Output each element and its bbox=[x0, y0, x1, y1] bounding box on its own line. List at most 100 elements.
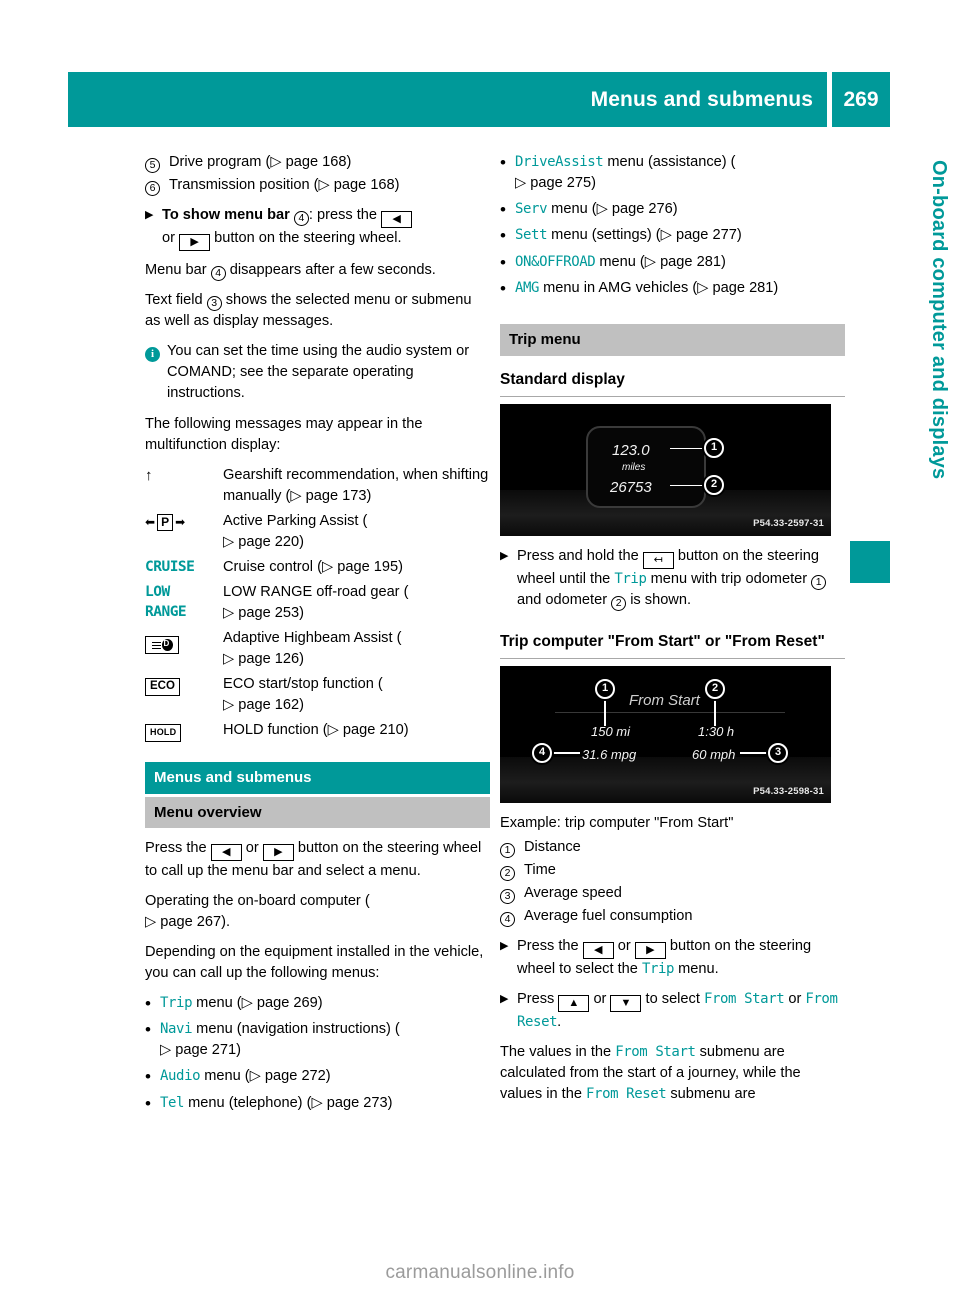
legend-marker: 4 bbox=[500, 906, 524, 928]
cross-ref-icon: ▷ bbox=[321, 559, 338, 575]
cross-ref-icon: ▷ bbox=[241, 995, 257, 1012]
symbol-row: ↑ Gearshift recommendation, when shiftin… bbox=[145, 465, 490, 507]
menu-name: Trip bbox=[160, 995, 193, 1012]
speed-value: 60 mph bbox=[692, 747, 736, 763]
symbol-description: LOW RANGE off-road gear (▷ page 253) bbox=[223, 584, 409, 621]
cross-ref-icon: ▷ bbox=[644, 253, 661, 270]
chapter-side-tab-label: On-board computer and displays bbox=[928, 160, 950, 480]
steering-wheel-left-button-icon: ◀ bbox=[210, 844, 242, 862]
legend-item: 6 Transmission position (▷ page 168) bbox=[145, 175, 490, 196]
cross-ref-icon: ▷ bbox=[290, 488, 306, 504]
menu-name: Audio bbox=[160, 1068, 201, 1085]
submenu-name-from-reset: From Reset bbox=[586, 1086, 667, 1103]
cross-ref-icon: ▷ bbox=[145, 914, 161, 931]
menu-list-item: • Serv menu (▷ page 276) bbox=[500, 200, 678, 219]
cross-ref-icon: ▷ bbox=[249, 1068, 265, 1085]
step-text: To show menu bar 4: press the ◀ or ▶ but… bbox=[162, 205, 490, 251]
steering-wheel-right-button-icon: ▶ bbox=[262, 844, 294, 862]
submenu-name-from-start: From Start bbox=[703, 991, 785, 1008]
step-text: Press the ◀ or ▶ button on the steering … bbox=[517, 938, 812, 978]
menu-list-item: • Tel menu (telephone) (▷ page 273) bbox=[145, 1093, 393, 1113]
trip-odometer-value: 123.0 bbox=[612, 441, 650, 459]
cruise-symbol: CRUISE bbox=[145, 559, 195, 575]
menu-name: Serv bbox=[515, 201, 548, 217]
steering-wheel-up-button-icon: ▲ bbox=[558, 995, 590, 1013]
bullet-icon: • bbox=[145, 1093, 151, 1113]
para-press-button: Press the ◀ or ▶ button on the steering … bbox=[145, 840, 482, 880]
cross-ref-icon: ▷ bbox=[515, 175, 531, 191]
leader-line bbox=[740, 752, 768, 754]
heading-rule bbox=[500, 658, 845, 660]
step-arrow-icon: ▶ bbox=[500, 940, 509, 953]
image-caption: Example: trip computer "From Start" bbox=[500, 815, 734, 832]
cross-ref-icon: ▷ bbox=[223, 605, 239, 621]
legend-item: 5 Drive program (▷ page 168) bbox=[145, 152, 490, 173]
step-press-updown: ▶ Press ▲ or ▼ to select From Start or F… bbox=[500, 989, 845, 1033]
menu-list-item: • AMG menu in AMG vehicles (▷ page 281) bbox=[500, 278, 779, 298]
symbol-row: ⬅ P ➡ Active Parking Assist (▷ page 220) bbox=[145, 511, 490, 553]
cross-ref-icon: ▷ bbox=[697, 279, 713, 296]
image-code-label: P54.33-2597-31 bbox=[753, 518, 824, 530]
para-depending-equipment: Depending on the equipment installed in … bbox=[145, 944, 484, 982]
para-following-messages: The following messages may appear in the… bbox=[145, 416, 423, 453]
symbol-row: ECO ECO start/stop function (▷ page 162) bbox=[145, 674, 490, 716]
menu-list-item: • Audio menu (▷ page 272) bbox=[145, 1067, 331, 1087]
eco-icon: ECO bbox=[145, 674, 223, 716]
legend-text: Average speed bbox=[524, 885, 622, 902]
callout-2: 2 bbox=[704, 474, 724, 495]
step-press-select-trip: ▶ Press the ◀ or ▶ button on the steerin… bbox=[500, 936, 845, 980]
odometer-unit-label: miles bbox=[622, 461, 646, 473]
legend-text: Transmission position (▷ page 168) bbox=[169, 177, 400, 193]
info-note-text: You can set the time using the audio sys… bbox=[167, 343, 470, 401]
cross-ref-icon: ▷ bbox=[596, 201, 612, 217]
cross-ref-icon: ▷ bbox=[311, 1094, 327, 1111]
step-press-and-hold: ▶ Press and hold the ↤ button on the ste… bbox=[500, 546, 845, 611]
legend-marker: 6 bbox=[145, 175, 169, 196]
cross-ref-icon: ▷ bbox=[160, 1042, 176, 1059]
symbol-row: Adaptive Highbeam Assist (▷ page 126) bbox=[145, 628, 490, 670]
menu-name: Navi bbox=[160, 1021, 193, 1038]
arrow-right-icon: ➡ bbox=[175, 515, 186, 529]
steering-wheel-right-button-icon: ▶ bbox=[634, 942, 666, 960]
step-arrow-icon: ▶ bbox=[500, 993, 509, 1006]
bullet-icon: • bbox=[500, 153, 506, 172]
instrument-cluster-image-standard-display: 123.0 miles 26753 1 2 P54.33-2597-31 bbox=[500, 403, 831, 536]
leader-line bbox=[714, 698, 716, 727]
info-icon: i bbox=[145, 341, 167, 404]
left-column: 5 Drive program (▷ page 168) 6 Transmiss… bbox=[145, 152, 490, 1119]
section-heading-menu-overview: Menu overview bbox=[145, 796, 490, 829]
leader-line bbox=[552, 752, 580, 754]
arrow-left-icon: ⬅ bbox=[145, 515, 156, 529]
menu-list-item: • ON&OFFROAD menu (▷ page 281) bbox=[500, 252, 726, 272]
odometer-value: 26753 bbox=[610, 478, 652, 496]
footer-brand: carmanualsonline.info bbox=[385, 1262, 575, 1283]
hold-icon: HOLD bbox=[145, 720, 223, 742]
bullet-icon: • bbox=[500, 278, 506, 298]
info-note: i You can set the time using the audio s… bbox=[145, 341, 490, 404]
menu-name: Sett bbox=[515, 227, 548, 244]
cross-ref-icon: ▷ bbox=[223, 534, 239, 550]
page-header-title: Menus and submenus bbox=[68, 72, 827, 127]
separator-line bbox=[555, 712, 785, 714]
distance-value: 150 mi bbox=[591, 724, 631, 740]
consumption-value: 31.6 mpg bbox=[582, 747, 637, 763]
leader-line bbox=[604, 698, 606, 727]
page-number: 269 bbox=[832, 72, 890, 127]
menu-name: Trip bbox=[614, 570, 647, 587]
bullet-icon: • bbox=[500, 200, 506, 219]
symbol-row: CRUISE Cruise control (▷ page 195) bbox=[145, 557, 490, 578]
menu-name: DriveAssist bbox=[515, 154, 604, 170]
submenu-name-from-start: From Start bbox=[615, 1044, 696, 1061]
step-text: Press ▲ or ▼ to select From Start or Fro… bbox=[517, 991, 838, 1031]
cross-ref-icon: ▷ bbox=[223, 651, 239, 667]
legend-text: Distance bbox=[524, 839, 581, 856]
cross-ref-icon: ▷ bbox=[270, 154, 286, 170]
bullet-icon: • bbox=[500, 252, 506, 272]
leader-line bbox=[670, 447, 704, 450]
cross-ref-icon: ▷ bbox=[327, 722, 343, 738]
legend-item: 2 Time bbox=[500, 860, 845, 882]
legend-text: Drive program (▷ page 168) bbox=[169, 154, 352, 170]
step-arrow-icon: ▶ bbox=[145, 209, 154, 221]
menu-name: ON&OFFROAD bbox=[515, 253, 596, 270]
bullet-icon: • bbox=[145, 994, 151, 1014]
